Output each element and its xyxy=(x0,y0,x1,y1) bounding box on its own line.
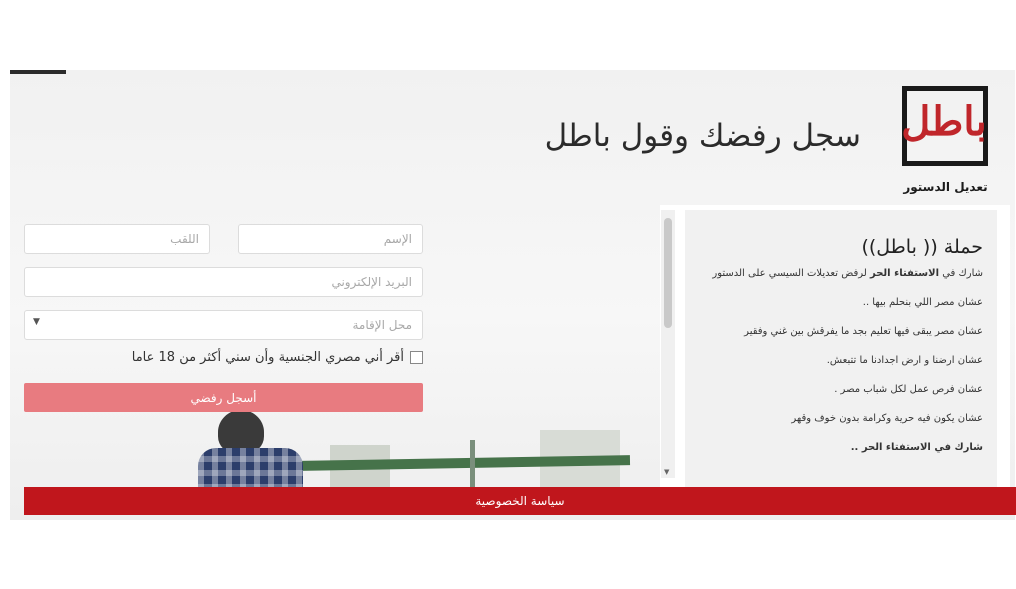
page-headline: سجل رفضك وقول باطل xyxy=(544,118,861,154)
agree-label: أقر أني مصري الجنسية وأن سني أكثر من 18 … xyxy=(131,350,404,365)
intro-prefix: شارك في xyxy=(942,268,983,279)
first-name-placeholder: الإسم xyxy=(383,232,412,246)
campaign-logo[interactable]: باطل تعديل الدستور xyxy=(898,86,993,198)
campaign-item: عشان مصر يبقى فيها تعليم بجد ما يفرقش بي… xyxy=(744,326,983,337)
logo-word: باطل xyxy=(901,98,988,145)
email-placeholder: البريد الإلكتروني xyxy=(331,275,412,289)
top-accent-line xyxy=(10,70,66,74)
campaign-panel: حملة (( باطل)) شارك في الاستفتاء الحر لر… xyxy=(685,210,997,490)
campaign-item: عشان يكون فيه حرية وكرامة بدون خوف وقهر xyxy=(791,413,983,424)
submit-button-label: أسجل رفضي xyxy=(190,390,257,405)
logo-subtitle: تعديل الدستور xyxy=(903,180,988,194)
campaign-item: عشان مصر اللي بنحلم بيها .. xyxy=(862,297,983,308)
submit-button[interactable]: أسجل رفضي xyxy=(24,383,423,412)
campaign-closing: شارك في الاستفتاء الحر .. xyxy=(695,440,983,456)
person-body xyxy=(198,448,303,490)
campaign-title: حملة (( باطل)) xyxy=(861,236,983,258)
campaign-item: عشان ارضنا و ارض اجدادنا ما تتبعش. xyxy=(826,355,983,366)
residence-placeholder: محل الإقامة xyxy=(352,318,412,332)
email-field[interactable]: البريد الإلكتروني xyxy=(24,267,423,297)
last-name-placeholder: اللقب xyxy=(170,232,199,246)
intro-bold: الاستفتاء الحر xyxy=(869,268,940,279)
closing-text: شارك في الاستفتاء الحر .. xyxy=(850,442,983,453)
first-name-field[interactable]: الإسم xyxy=(238,224,423,254)
last-name-field[interactable]: اللقب xyxy=(24,224,210,254)
privacy-policy-link[interactable]: سياسة الخصوصية xyxy=(24,487,1016,515)
agree-checkbox[interactable] xyxy=(410,351,423,364)
scroll-down-icon[interactable]: ▼ xyxy=(664,468,669,476)
privacy-policy-label: سياسة الخصوصية xyxy=(475,494,565,508)
residence-select[interactable]: محل الإقامة ▼ xyxy=(24,310,423,340)
chevron-down-icon: ▼ xyxy=(33,317,40,327)
scrollbar-thumb[interactable] xyxy=(664,218,672,328)
intro-suffix: لرفض تعديلات السيسي على الدستور xyxy=(712,268,867,279)
sidebar-scrollbar[interactable]: ▼ xyxy=(661,210,675,478)
background-post xyxy=(470,440,475,488)
campaign-item: عشان فرص عمل لكل شباب مصر . xyxy=(834,384,983,395)
agree-row: أقر أني مصري الجنسية وأن سني أكثر من 18 … xyxy=(132,350,423,365)
campaign-intro: شارك في الاستفتاء الحر لرفض تعديلات السي… xyxy=(695,266,983,282)
